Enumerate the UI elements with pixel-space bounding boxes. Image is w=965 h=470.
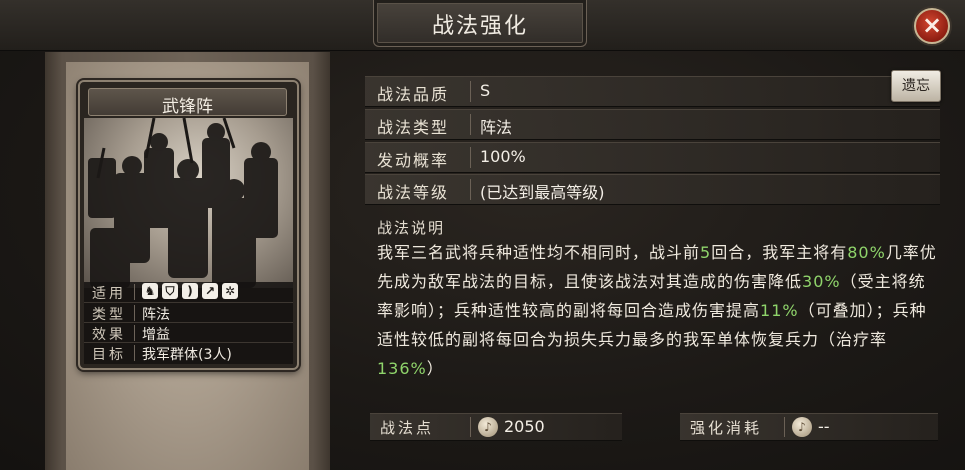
- description-segment: 我军三名武将兵种适性均不相同时，战斗前: [377, 243, 701, 262]
- description-highlight: 11%: [760, 301, 799, 320]
- info-label: 适用: [92, 286, 126, 302]
- tactic-points-value: 2050: [504, 417, 545, 436]
- attr-row-quality: 战法品质 S: [365, 76, 940, 107]
- attr-divider: [470, 179, 471, 200]
- info-divider: [134, 305, 135, 321]
- info-value: 增益: [142, 327, 170, 343]
- wheel-icon: ✲: [222, 283, 238, 299]
- tactic-card: 武锋阵 适用 ♞ ⛉) ↗ ✲ 类型 阵法 效果 增益 目标 我军群体(3人): [78, 80, 299, 370]
- description-highlight: 30%: [802, 272, 841, 291]
- info-label: 效果: [92, 327, 126, 343]
- card-illustration: [84, 118, 293, 288]
- info-row-target: 目标 我军群体(3人): [84, 342, 293, 363]
- card-name-plate: 武锋阵: [88, 88, 287, 117]
- description-segment: 回合，我军主将有: [711, 243, 848, 262]
- attr-divider: [470, 114, 471, 135]
- points-divider: [470, 417, 471, 437]
- cost-divider: [784, 417, 785, 437]
- spear-icon: ↗: [202, 283, 218, 299]
- card-name: 武锋阵: [162, 97, 213, 117]
- bow-icon: ): [182, 283, 198, 299]
- attr-label: 战法品质: [377, 85, 450, 104]
- description-text: 我军三名武将兵种适性均不相同时，战斗前5回合，我军主将有80%几率优先成为敌军战…: [377, 238, 939, 383]
- tactic-points-label: 战法点: [380, 419, 435, 437]
- info-value: 我军群体(3人): [142, 347, 232, 363]
- attr-label: 发动概率: [377, 151, 450, 170]
- attr-label: 战法类型: [377, 118, 450, 137]
- attr-divider: [470, 147, 471, 168]
- info-row-effect: 效果 增益: [84, 322, 293, 343]
- attr-value: S: [480, 81, 491, 100]
- tactic-points-row: 战法点 ♪ 2050: [370, 413, 622, 441]
- page-title: 战法强化: [431, 14, 528, 39]
- description-segment: ）: [426, 359, 444, 378]
- info-divider: [134, 284, 135, 300]
- description-highlight: 80%: [847, 243, 886, 262]
- attr-row-level: 战法等级 (已达到最高等级): [365, 174, 940, 205]
- info-label: 目标: [92, 347, 126, 363]
- enhance-cost-value: --: [818, 417, 830, 436]
- card-info-panel: 适用 ♞ ⛉ ) ↗ ✲ 类型 阵法 效果 增益 目标 我军群体(3人): [84, 282, 293, 364]
- description-highlight: 136%: [377, 359, 427, 378]
- soldiers-silhouette-art: [88, 118, 278, 288]
- info-value: 阵法: [142, 307, 170, 323]
- tactic-point-icon: ♪: [478, 417, 498, 437]
- forget-button[interactable]: 遗忘: [891, 70, 941, 102]
- tactic-point-icon: ♪: [792, 417, 812, 437]
- info-label: 类型: [92, 307, 126, 323]
- title-plate: 战法强化: [373, 0, 587, 47]
- close-button[interactable]: ×: [914, 8, 950, 44]
- troop-type-icons: ♞ ⛉ ) ↗ ✲: [142, 283, 238, 301]
- description-title: 战法说明: [377, 219, 446, 237]
- attr-value: (已达到最高等级): [480, 183, 605, 202]
- info-row-type: 类型 阵法: [84, 302, 293, 323]
- attr-label: 战法等级: [377, 183, 450, 202]
- cavalry-icon: ♞: [142, 283, 158, 299]
- close-icon[interactable]: ×: [922, 11, 942, 39]
- attr-value: 100%: [480, 147, 526, 166]
- enhance-cost-row: 强化消耗 ♪ --: [680, 413, 938, 441]
- enhance-cost-label: 强化消耗: [690, 419, 763, 437]
- description-highlight: 5: [700, 243, 712, 262]
- shield-icon: ⛉: [162, 283, 178, 299]
- attr-divider: [470, 81, 471, 102]
- attr-row-type: 战法类型 阵法: [365, 109, 940, 140]
- info-divider: [134, 325, 135, 341]
- info-divider: [134, 345, 135, 361]
- attr-row-probability: 发动概率 100%: [365, 142, 940, 173]
- info-row-terrain: 适用 ♞ ⛉ ) ↗ ✲: [84, 282, 293, 302]
- attr-value: 阵法: [480, 118, 513, 137]
